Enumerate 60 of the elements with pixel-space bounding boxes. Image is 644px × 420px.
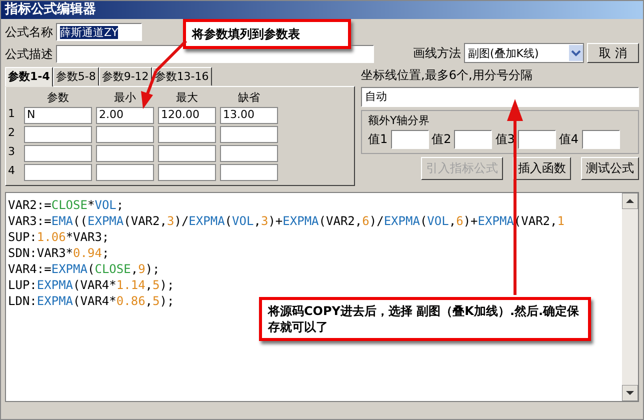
parameter-input[interactable] [158, 126, 216, 143]
parameter-input[interactable]: 120.00 [158, 107, 216, 124]
column-header: 参数 [46, 90, 70, 105]
parameter-input[interactable] [96, 145, 154, 162]
row-number: 4 [8, 164, 16, 179]
toolbar-button[interactable]: 插入函数 [513, 157, 571, 180]
field-label: 值4 [558, 131, 579, 148]
field-label: 值3 [495, 131, 515, 148]
parameter-tab[interactable]: 参数9-12 [98, 67, 152, 86]
scrollbar[interactable] [622, 193, 638, 401]
parameter-input[interactable] [24, 145, 92, 162]
parameter-input[interactable] [24, 164, 92, 181]
value-input[interactable] [390, 130, 429, 149]
field-label: 公式描述 [5, 46, 53, 62]
parameter-input[interactable] [220, 126, 278, 143]
axis-lines-label: 坐标线位置,最多6个,用分号分隔 [361, 67, 534, 84]
parameter-input[interactable]: 13.00 [220, 107, 278, 124]
parameter-input[interactable] [24, 126, 92, 143]
column-header: 缺省 [237, 90, 261, 105]
draw-method-dropdown[interactable]: 副图(叠加K线) [464, 43, 584, 63]
parameter-input[interactable] [220, 164, 278, 181]
group-title: 额外Y轴分界 [368, 113, 431, 128]
value-input[interactable] [454, 130, 492, 149]
scroll-up-icon[interactable] [622, 193, 638, 209]
row-number: 3 [8, 145, 16, 160]
code-line: VAR4:=EXPMA(CLOSE,9); [8, 261, 161, 277]
cancel-button[interactable]: 取 消 [587, 43, 639, 63]
annotation-callout: 将源码COPY进去后，选择 副图（叠K加线）.然后.确定保存就可以了 [259, 297, 591, 341]
code-line: SUP:1.06*VAR3; [8, 229, 110, 245]
column-header: 最小 [113, 90, 137, 105]
parameter-input[interactable]: N [24, 107, 92, 124]
formula-name-field[interactable]: 薛斯通道ZY [56, 23, 142, 41]
parameter-input[interactable] [220, 145, 278, 162]
axis-lines-field[interactable]: 自动 [361, 87, 639, 107]
window-title: 指标公式编辑器 [5, 2, 96, 17]
parameter-tab[interactable]: 参数13-16 [152, 67, 212, 86]
field-label: 值2 [432, 131, 452, 148]
parameter-input[interactable] [96, 164, 154, 181]
code-line: SDN:VAR3*0.94; [8, 245, 110, 261]
code-line: LDN:EXPMA(VAR4*0.86,5); [8, 293, 176, 309]
code-line: VAR2:=CLOSE*VOL; [8, 197, 125, 213]
row-number: 1 [8, 107, 16, 122]
parameter-input[interactable] [158, 164, 216, 181]
annotation-callout: 将参数填列到参数表 [183, 19, 351, 49]
code-line: LUP:EXPMA(VAR4*1.14,5); [8, 277, 176, 293]
parameter-input[interactable] [96, 126, 154, 143]
field-label: 画线方法 [413, 44, 461, 62]
value-input[interactable] [582, 130, 620, 149]
parameter-tab[interactable]: 参数5-8 [52, 67, 99, 86]
value-input[interactable] [518, 130, 556, 149]
column-header: 最大 [175, 90, 199, 105]
field-label: 值1 [368, 131, 388, 148]
parameter-input[interactable]: 2.00 [96, 107, 154, 124]
toolbar-button[interactable]: 测试公式 [581, 157, 639, 180]
code-line: VAR3:=EMA((EXPMA(VAR2,3)/EXPMA(VOL,3)+EXPMA(VAR2,6)/EXPMA(VOL,6)+EXPMA(VAR2,1 [8, 213, 566, 229]
field-label: 公式名称 [5, 24, 53, 40]
parameter-tab[interactable]: 参数1-4 [5, 67, 53, 87]
row-number: 2 [8, 126, 16, 141]
parameter-input[interactable] [158, 145, 216, 162]
scroll-down-icon[interactable] [622, 385, 638, 401]
